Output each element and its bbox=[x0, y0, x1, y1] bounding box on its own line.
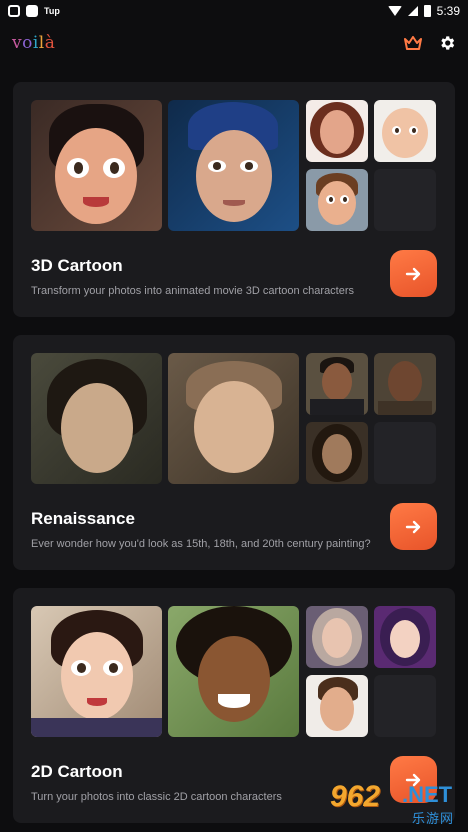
preview-image-baby-small bbox=[374, 100, 436, 162]
preview-image-boy-small bbox=[306, 169, 368, 231]
preview-placeholder bbox=[374, 422, 436, 484]
preview-image-girl-2d bbox=[374, 606, 436, 668]
card-title: 3D Cartoon bbox=[31, 256, 123, 275]
card-description: Turn your photos into classic 2D cartoon… bbox=[31, 791, 282, 803]
gear-icon[interactable] bbox=[438, 34, 456, 52]
app-logo: voilà bbox=[12, 33, 56, 53]
card-title: 2D Cartoon bbox=[31, 762, 123, 781]
battery-icon bbox=[423, 5, 431, 17]
open-style-button[interactable] bbox=[390, 503, 437, 550]
arrow-right-icon bbox=[405, 520, 420, 533]
card-description: Ever wonder how you'd look as 15th, 18th… bbox=[31, 538, 371, 550]
preview-image-man-renaissance bbox=[306, 353, 368, 415]
status-bar: Tup 5:39 bbox=[0, 0, 468, 22]
notification-icon bbox=[26, 5, 38, 17]
preview-image-man2-renaissance bbox=[374, 353, 436, 415]
preview-image-boy-2d bbox=[168, 606, 299, 737]
status-time: 5:39 bbox=[436, 4, 460, 18]
style-card-3d-cartoon[interactable]: 3D Cartoon Transform your photos into an… bbox=[13, 82, 455, 317]
status-app-label: Tup bbox=[44, 6, 60, 16]
watermark-number: 962 bbox=[330, 780, 381, 813]
preview-image-woman2-2d bbox=[306, 606, 368, 668]
watermark-suffix: .NET bbox=[402, 782, 453, 807]
site-watermark: 962 .NET 乐游网 bbox=[330, 778, 464, 828]
header-actions bbox=[404, 34, 456, 52]
preview-image-man-2d bbox=[306, 675, 368, 737]
preview-image-woman-3d bbox=[31, 100, 162, 231]
style-card-renaissance[interactable]: Renaissance Ever wonder how you'd look a… bbox=[13, 335, 455, 570]
status-left: Tup bbox=[8, 5, 60, 17]
card-title: Renaissance bbox=[31, 509, 135, 528]
crown-icon[interactable] bbox=[404, 36, 422, 50]
watermark-chinese: 乐游网 bbox=[412, 812, 455, 827]
preview-image-woman-2d bbox=[31, 606, 162, 737]
open-style-button[interactable] bbox=[390, 250, 437, 297]
wifi-icon bbox=[387, 6, 402, 16]
preview-image-man-3d bbox=[168, 100, 299, 231]
signal-icon bbox=[407, 6, 418, 16]
preview-image-woman-small bbox=[306, 100, 368, 162]
arrow-right-icon bbox=[405, 267, 420, 280]
preview-placeholder bbox=[374, 169, 436, 231]
status-right: 5:39 bbox=[387, 4, 460, 18]
preview-image-woman-renaissance bbox=[31, 353, 162, 484]
preview-placeholder bbox=[374, 675, 436, 737]
preview-image-baby-renaissance bbox=[168, 353, 299, 484]
card-description: Transform your photos into animated movi… bbox=[31, 285, 355, 297]
app-header: voilà bbox=[0, 22, 468, 64]
preview-image-woman2-renaissance bbox=[306, 422, 368, 484]
notification-icon bbox=[8, 5, 20, 17]
